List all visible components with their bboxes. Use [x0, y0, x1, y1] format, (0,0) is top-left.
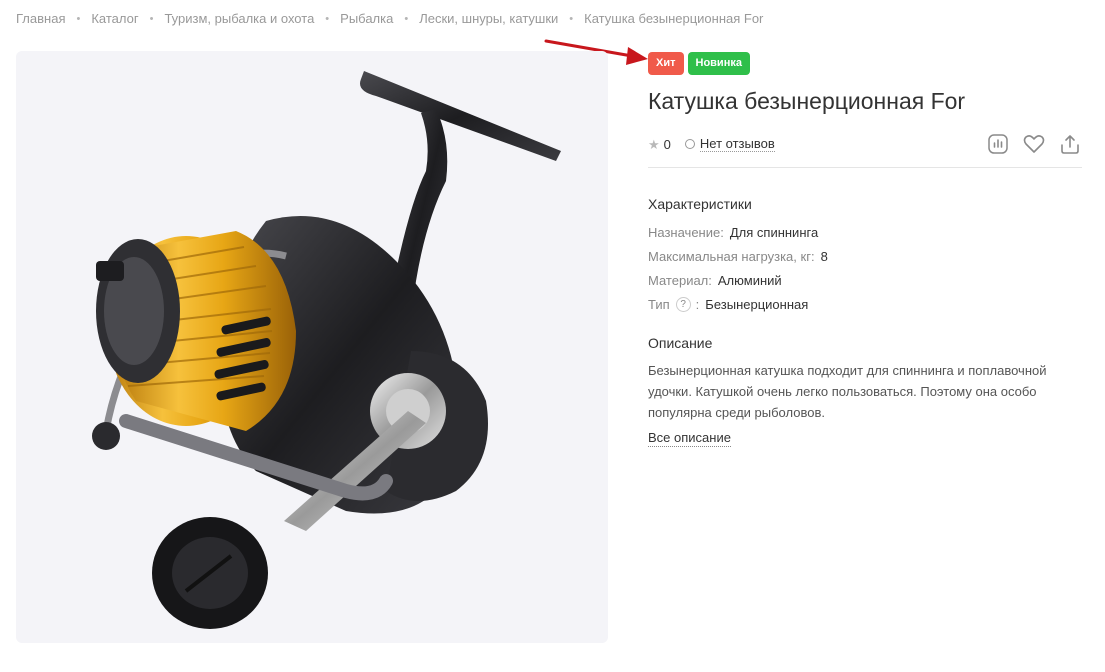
- badge-hit: Хит: [648, 52, 684, 75]
- fishing-reel-icon: [92, 71, 561, 629]
- characteristic-value: Безынерционная: [705, 296, 809, 312]
- characteristic-value: Для спиннинга: [729, 224, 819, 240]
- star-icon: ★: [648, 136, 660, 152]
- breadcrumb: Главная • Каталог • Туризм, рыбалка и ох…: [16, 11, 763, 26]
- product-info: Хит Новинка Катушка безынерционная For ★…: [648, 52, 1082, 447]
- product-image[interactable]: [16, 51, 608, 643]
- breadcrumb-separator: •: [404, 12, 409, 25]
- heart-icon: [1023, 135, 1045, 153]
- breadcrumb-separator: •: [76, 12, 81, 25]
- share-icon: [1061, 135, 1079, 154]
- characteristic-row: Назначение: Для спиннинга: [648, 224, 819, 240]
- comment-icon: [684, 139, 695, 149]
- description-title: Описание: [648, 335, 713, 351]
- breadcrumb-home[interactable]: Главная: [16, 11, 65, 26]
- breadcrumb-fishing[interactable]: Рыбалка: [340, 11, 393, 26]
- breadcrumb-separator: •: [569, 12, 574, 25]
- product-meta: ★ 0 Нет отзывов: [648, 133, 1082, 155]
- full-description-link[interactable]: Все описание: [648, 429, 731, 447]
- compare-button[interactable]: [986, 132, 1010, 156]
- breadcrumb-separator: •: [325, 12, 330, 25]
- help-icon[interactable]: ?: [675, 296, 691, 312]
- product-actions: [986, 132, 1082, 156]
- characteristics-title: Характеристики: [648, 196, 752, 212]
- product-title: Катушка безынерционная For: [648, 88, 966, 114]
- characteristic-row: Материал: Алюминий: [648, 272, 782, 288]
- characteristic-value: Алюминий: [717, 272, 782, 288]
- breadcrumb-separator: •: [149, 12, 154, 25]
- characteristic-name: Назначение: [648, 224, 721, 240]
- characteristic-name: Тип: [648, 296, 670, 312]
- badge-new: Новинка: [687, 52, 750, 75]
- breadcrumb-tourism[interactable]: Туризм, рыбалка и охота: [164, 11, 314, 26]
- badge-group: Хит Новинка: [648, 52, 1082, 75]
- description-text: Безынерционная катушка подходит для спин…: [648, 363, 1047, 420]
- characteristic-name: Материал: [648, 272, 709, 288]
- share-button[interactable]: [1058, 132, 1082, 156]
- reviews-link[interactable]: Нет отзывов: [699, 136, 775, 152]
- divider: [648, 167, 1082, 168]
- characteristic-row: Тип ?: Безынерционная: [648, 296, 809, 312]
- breadcrumb-catalog[interactable]: Каталог: [91, 11, 138, 26]
- compare-chart-icon: [988, 134, 1008, 154]
- breadcrumb-current: Катушка безынерционная For: [584, 11, 764, 26]
- characteristics-list: Назначение: Для спиннинга Максимальная н…: [648, 220, 1082, 316]
- rating-value: 0: [663, 136, 671, 152]
- characteristic-row: Максимальная нагрузка, кг: 8: [648, 248, 828, 264]
- characteristic-name: Максимальная нагрузка, кг: [648, 248, 811, 264]
- breadcrumb-lines-reels[interactable]: Лески, шнуры, катушки: [419, 11, 558, 26]
- favorite-button[interactable]: [1022, 132, 1046, 156]
- characteristic-value: 8: [820, 248, 828, 264]
